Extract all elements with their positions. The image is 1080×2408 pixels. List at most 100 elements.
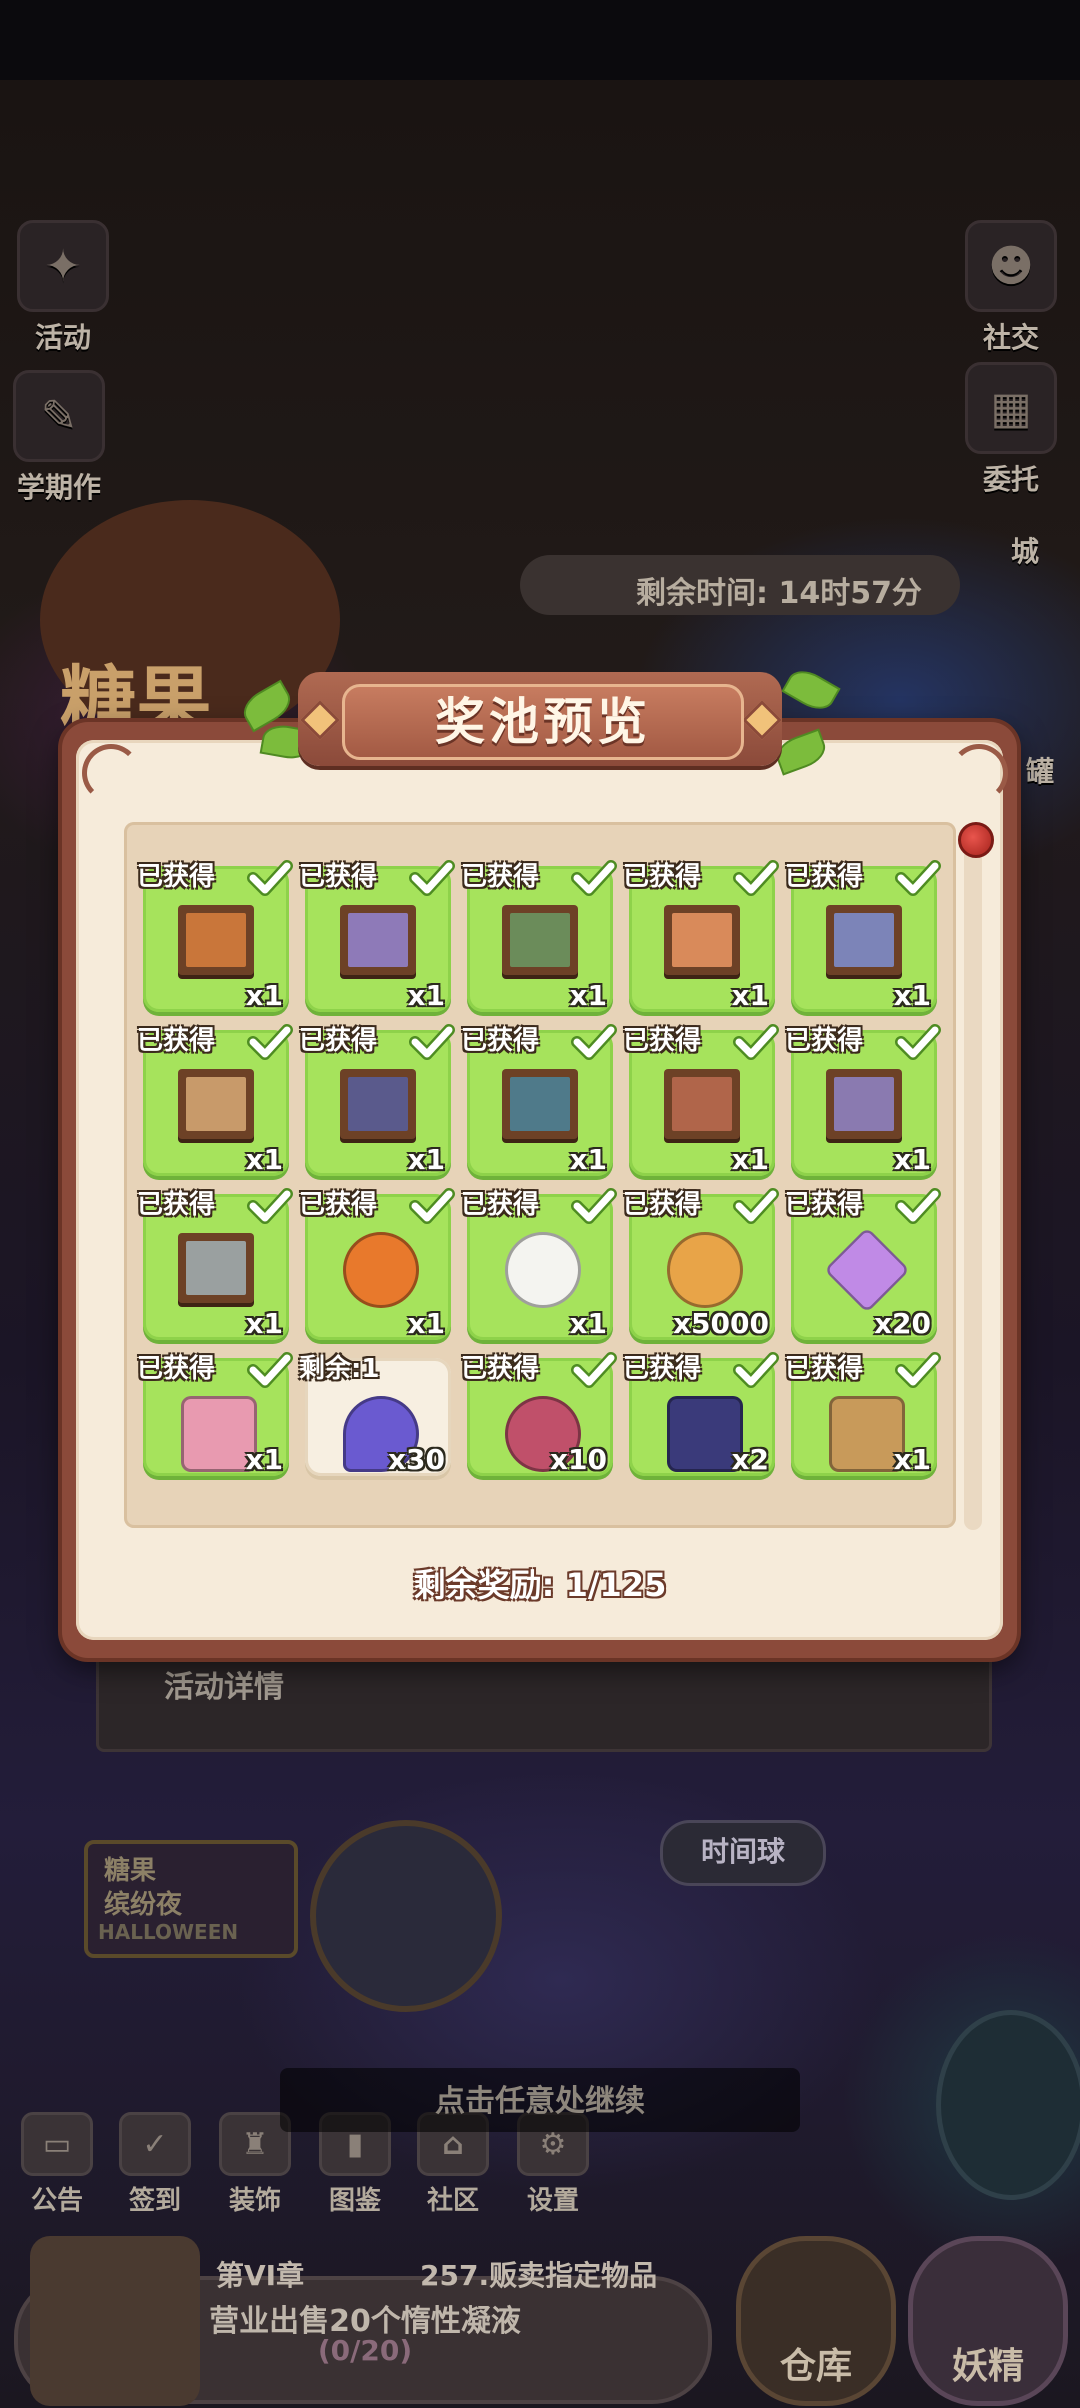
checkmark-icon	[571, 1188, 617, 1224]
reward-card[interactable]: 已获得 x1	[623, 1024, 779, 1176]
obtained-label: 已获得	[461, 1190, 540, 1220]
obtained-label: 已获得	[785, 862, 864, 892]
checkmark-icon	[895, 1188, 941, 1224]
reward-quantity: x1	[893, 1143, 931, 1176]
framed-painting-garden-icon	[662, 1063, 742, 1143]
framed-painting-balloons-icon	[338, 899, 418, 979]
reward-card[interactable]: 已获得 x2	[623, 1352, 779, 1476]
reward-quantity: x1	[245, 1443, 283, 1476]
quest-chapter: 第VI章	[216, 2259, 305, 2292]
tab-checkin[interactable]: ✓ 签到	[110, 2112, 200, 2217]
event-details-link[interactable]: 活动详情	[164, 1662, 284, 1706]
reward-quantity: x10	[549, 1443, 607, 1476]
reward-quantity: x1	[893, 1443, 931, 1476]
checkmark-icon	[733, 1188, 779, 1224]
reward-quantity: x1	[245, 1143, 283, 1176]
obtained-label: 已获得	[623, 1190, 702, 1220]
reward-card[interactable]: 已获得 x1	[461, 860, 617, 1012]
event-poster[interactable]: 糖果 缤纷夜 HALLOWEEN	[84, 1840, 298, 1958]
ghost-icon	[500, 1227, 581, 1308]
tab-announcement[interactable]: ▭ 公告	[12, 2112, 102, 2217]
reward-quantity: x20	[873, 1307, 931, 1340]
reward-quantity: x2	[731, 1443, 769, 1476]
fairy-button[interactable]: 妖精	[908, 2236, 1068, 2406]
reward-card[interactable]: 已获得 x1	[461, 1024, 617, 1176]
checkmark-icon	[247, 1024, 293, 1060]
framed-painting-pumpkin-icon	[176, 899, 256, 979]
reward-card[interactable]: 已获得 x1	[137, 860, 293, 1012]
obtained-label: 已获得	[785, 1026, 864, 1056]
poster-line-3: HALLOWEEN	[98, 1920, 239, 1944]
checkmark-icon	[895, 1024, 941, 1060]
time-ball-label: 时间球	[700, 1835, 785, 1868]
obtained-label: 已获得	[461, 862, 540, 892]
reward-card[interactable]: 已获得 x1	[137, 1024, 293, 1176]
checkmark-icon	[571, 1024, 617, 1060]
reward-quantity: x1	[731, 979, 769, 1012]
obtained-label: 已获得	[137, 862, 216, 892]
warehouse-label: 仓库	[779, 2346, 852, 2387]
warehouse-button[interactable]: 仓库	[736, 2236, 896, 2406]
obtained-label: 已获得	[785, 1354, 864, 1384]
ticket-icon	[662, 1391, 743, 1472]
framed-painting-witch-icon	[500, 1063, 580, 1143]
poster-line-2: 缤纷夜	[104, 1890, 183, 1920]
treasure-map-icon	[824, 1391, 905, 1472]
reward-card[interactable]: 已获得 x1	[299, 860, 455, 1012]
reward-card[interactable]: 已获得 x20	[785, 1188, 941, 1340]
reward-card[interactable]: 已获得 x1	[461, 1188, 617, 1340]
poster-line-1: 糖果	[104, 1856, 157, 1886]
reward-card[interactable]: 已获得 x1	[137, 1352, 293, 1476]
obtained-label: 已获得	[299, 1190, 378, 1220]
tab-decoration-label: 装饰	[228, 2186, 281, 2216]
framed-painting-ghost-icon	[824, 1063, 904, 1143]
reward-card[interactable]: 已获得 x1	[785, 860, 941, 1012]
checkmark-icon	[409, 1024, 455, 1060]
reward-quantity: x1	[569, 1307, 607, 1340]
announcement-icon: ▭	[21, 2112, 93, 2176]
obtained-label: 已获得	[137, 1190, 216, 1220]
obtained-label: 已获得	[623, 1354, 702, 1384]
obtained-label: 已获得	[137, 1354, 216, 1384]
quest-progress: (0/20)	[317, 2334, 413, 2367]
reward-card[interactable]: 已获得 x1	[785, 1352, 941, 1476]
framed-painting-night-icon	[338, 1063, 418, 1143]
obtained-label: 已获得	[623, 862, 702, 892]
reward-quantity: x1	[407, 1143, 445, 1176]
obtained-label: 已获得	[461, 1354, 540, 1384]
tab-community-label: 社区	[426, 2186, 479, 2216]
reward-quantity: x1	[569, 979, 607, 1012]
reward-card[interactable]: 剩余:1 x30	[299, 1354, 451, 1476]
reward-card[interactable]: 已获得 x1	[623, 860, 779, 1012]
framed-painting-party-icon	[500, 899, 580, 979]
reward-card[interactable]: 已获得 x1	[785, 1024, 941, 1176]
checkmark-icon	[895, 1352, 941, 1388]
obtained-label: 已获得	[623, 1026, 702, 1056]
obtained-label: 已获得	[137, 1026, 216, 1056]
reward-card[interactable]: 已获得 x1	[299, 1188, 455, 1340]
checkmark-icon	[733, 1352, 779, 1388]
candy-key-icon	[176, 1391, 257, 1472]
clock-character	[310, 1820, 502, 2012]
reward-quantity: x1	[245, 979, 283, 1012]
reward-quantity: x1	[569, 1143, 607, 1176]
tab-announcement-label: 公告	[30, 2186, 83, 2216]
checkmark-icon	[409, 1188, 455, 1224]
checkmark-icon	[247, 1188, 293, 1224]
reward-quantity: x1	[407, 1307, 445, 1340]
framed-painting-feast-icon	[662, 899, 742, 979]
tab-settings-label: 设置	[526, 2186, 579, 2216]
calendar-check-icon: ✓	[119, 2112, 191, 2176]
quest-name: 257.贩卖指定物品	[420, 2259, 658, 2292]
reward-card[interactable]: 已获得 x5000	[623, 1188, 779, 1340]
pumpkin-witch-hat-icon	[338, 1227, 419, 1308]
obtained-label: 已获得	[785, 1190, 864, 1220]
tab-collection-label: 图鉴	[328, 2186, 381, 2216]
reward-card[interactable]: 已获得 x1	[299, 1024, 455, 1176]
checkmark-icon	[895, 860, 941, 896]
checkmark-icon	[571, 1352, 617, 1388]
time-ball-button[interactable]: 时间球	[660, 1820, 826, 1886]
reward-card[interactable]: 已获得 x1	[137, 1188, 293, 1340]
reward-card[interactable]: 已获得 x10	[461, 1352, 617, 1476]
purple-gem-icon	[824, 1227, 910, 1313]
